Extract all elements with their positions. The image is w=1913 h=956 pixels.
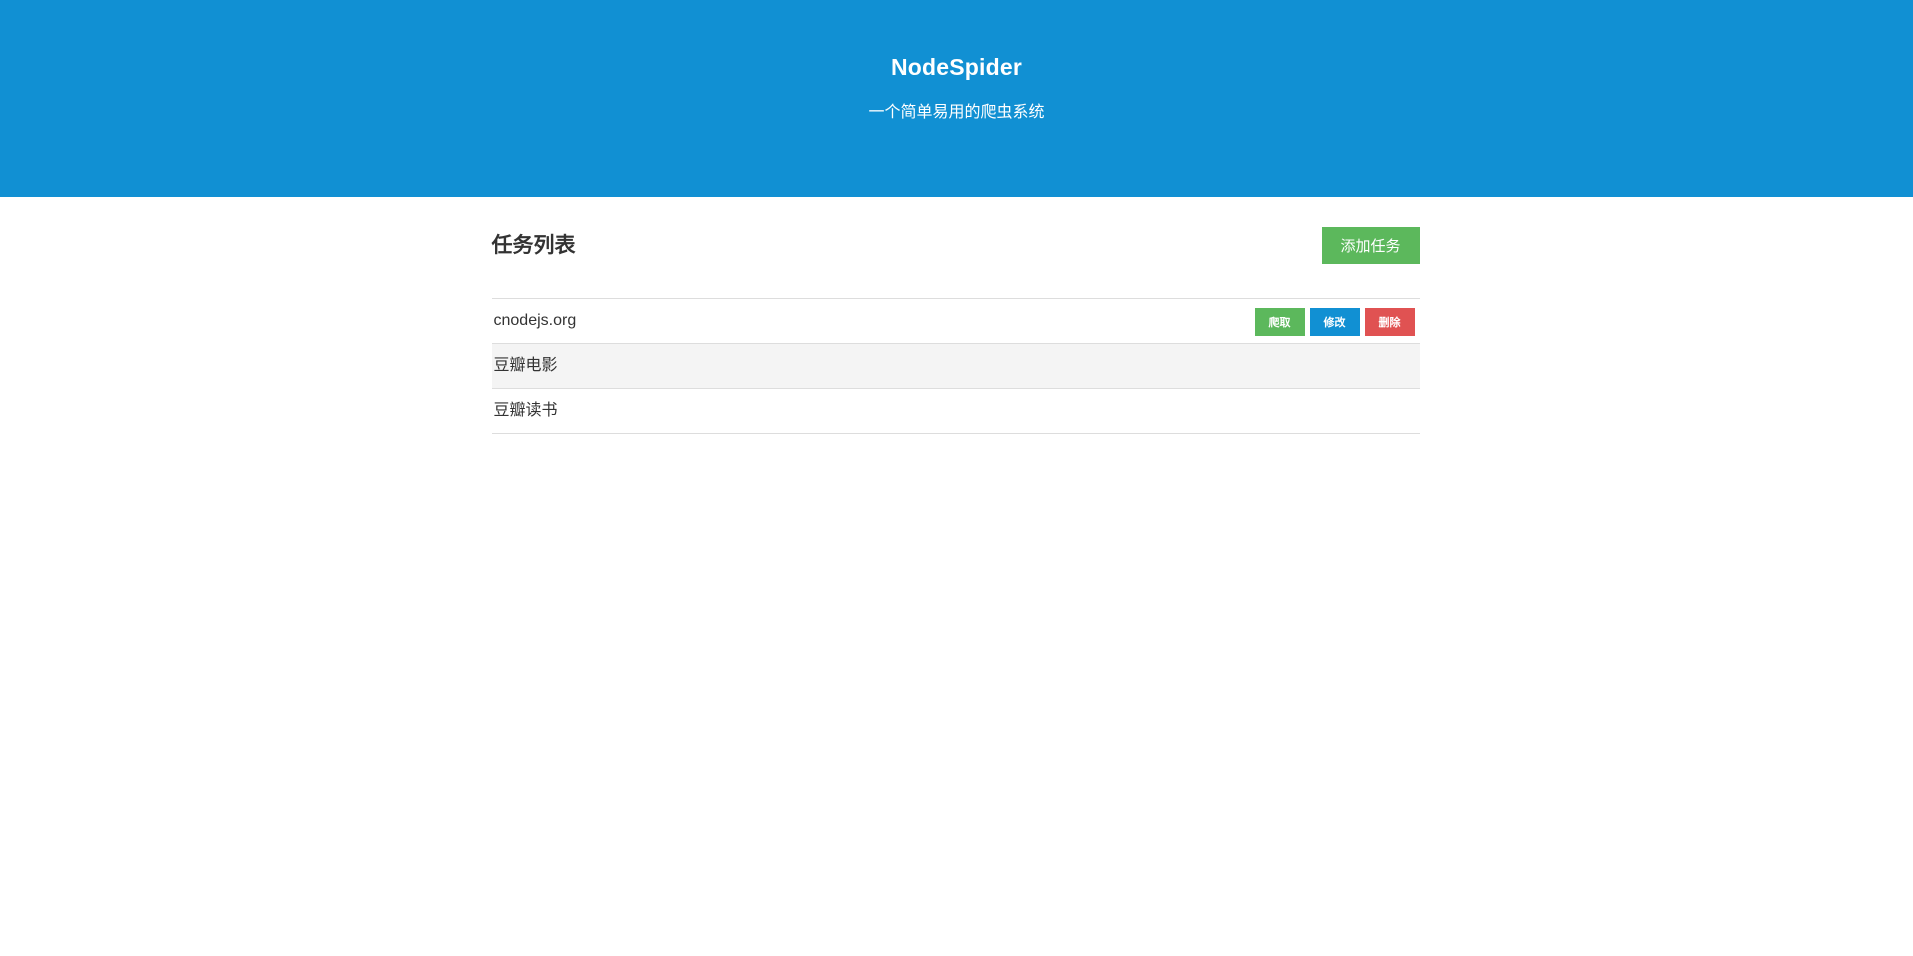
edit-button[interactable]: 修改 [1309,308,1360,336]
task-name[interactable]: 豆瓣电影 [494,344,558,388]
task-actions: 爬取 修改 删除 [1254,308,1415,336]
site-subtitle: 一个简单易用的爬虫系统 [868,104,1045,121]
site-title: NodeSpider [890,54,1023,80]
add-task-button[interactable]: 添加任务 [1321,227,1420,264]
task-name[interactable]: cnodejs.org [494,299,577,343]
crawl-button[interactable]: 爬取 [1254,308,1305,336]
task-name[interactable]: 豆瓣读书 [494,389,558,433]
hero-banner: NodeSpider 一个简单易用的爬虫系统 [0,0,1913,197]
main-content: 任务列表 添加任务 cnodejs.org 爬取 修改 删除 豆瓣电影 豆瓣读书 [491,197,1420,434]
page-title: 任务列表 [491,234,576,257]
task-row: 豆瓣电影 [491,344,1420,389]
delete-button[interactable]: 删除 [1364,308,1415,336]
task-list: cnodejs.org 爬取 修改 删除 豆瓣电影 豆瓣读书 [491,298,1420,434]
task-row: cnodejs.org 爬取 修改 删除 [491,299,1420,344]
list-header: 任务列表 添加任务 [492,197,1420,298]
task-row: 豆瓣读书 [491,389,1420,434]
